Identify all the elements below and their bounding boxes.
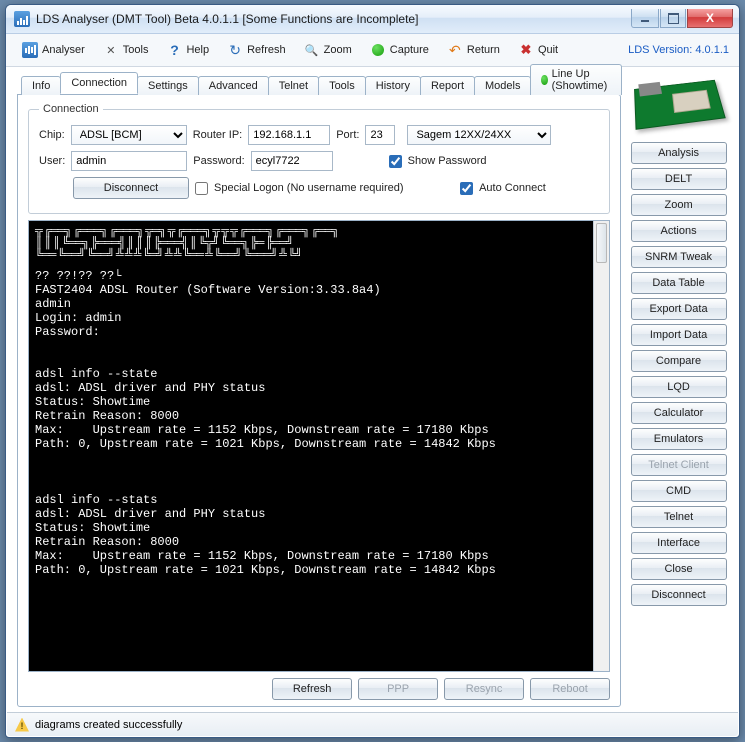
zoom-icon: 🔍	[304, 42, 320, 58]
tab-report[interactable]: Report	[420, 76, 475, 95]
autoconnect-label: Auto Connect	[479, 182, 599, 194]
connection-group: Connection Chip: ADSL [BCM] Router IP: P…	[28, 103, 610, 214]
capture-button[interactable]: Capture	[364, 39, 435, 61]
close-button[interactable]: X	[687, 9, 733, 28]
model-select[interactable]: Sagem 12XX/24XX	[407, 125, 551, 145]
status-dot-icon	[541, 75, 547, 85]
interface-button[interactable]: Interface	[631, 532, 727, 554]
tools-icon: ✕	[103, 42, 119, 58]
emulators-button[interactable]: Emulators	[631, 428, 727, 450]
terminal-scrollbar[interactable]	[593, 221, 609, 671]
tab-settings[interactable]: Settings	[137, 76, 199, 95]
maximize-button[interactable]	[660, 9, 686, 28]
close-side-button[interactable]: Close	[631, 558, 727, 580]
disconnect-button-inner[interactable]: Disconnect	[73, 177, 189, 199]
sidebar: Analysis DELT Zoom Actions SNRM Tweak Da…	[627, 68, 732, 711]
cmd-button[interactable]: CMD	[631, 480, 727, 502]
snrm-tweak-button[interactable]: SNRM Tweak	[631, 246, 727, 268]
refresh-icon: ↻	[227, 42, 243, 58]
analyser-button[interactable]: Analyser	[16, 39, 91, 61]
minimize-button[interactable]	[631, 9, 659, 28]
export-data-button[interactable]: Export Data	[631, 298, 727, 320]
import-data-button[interactable]: Import Data	[631, 324, 727, 346]
resync-button[interactable]: Resync	[444, 678, 524, 700]
refresh-button[interactable]: ↻Refresh	[221, 39, 292, 61]
connection-panel: Connection Chip: ADSL [BCM] Router IP: P…	[17, 94, 621, 707]
reboot-button[interactable]: Reboot	[530, 678, 610, 700]
return-button[interactable]: ↶Return	[441, 39, 506, 61]
tab-connection[interactable]: Connection	[60, 72, 138, 94]
status-text: diagrams created successfully	[35, 719, 182, 731]
port-label: Port:	[336, 129, 359, 141]
version-label: LDS Version: 4.0.1.1	[628, 44, 729, 56]
capture-icon	[370, 42, 386, 58]
user-input[interactable]	[71, 151, 187, 171]
statusbar: diagrams created successfully	[7, 712, 738, 736]
tabstrip: Info Connection Settings Advanced Telnet…	[17, 72, 621, 94]
bottom-buttons: Refresh PPP Resync Reboot	[28, 672, 610, 700]
quit-button[interactable]: ✖Quit	[512, 39, 564, 61]
password-label: Password:	[193, 155, 244, 167]
password-input[interactable]	[251, 151, 333, 171]
tab-info[interactable]: Info	[21, 76, 61, 95]
warning-icon	[15, 718, 29, 732]
actions-button[interactable]: Actions	[631, 220, 727, 242]
help-icon: ?	[166, 42, 182, 58]
toolbar: Analyser ✕Tools ?Help ↻Refresh 🔍Zoom Cap…	[6, 34, 739, 67]
titlebar[interactable]: LDS Analyser (DMT Tool) Beta 4.0.1.1 [So…	[6, 5, 739, 34]
tab-history[interactable]: History	[365, 76, 421, 95]
app-icon	[14, 11, 30, 27]
terminal-output[interactable]: ?? ??!?? ??└ FAST2404 ADSL Router (Softw…	[35, 269, 587, 577]
terminal: ╦ ╔══╗ ╔═══╗ ╔═══╗ ╦═╗ ╦ ╔═══╗ ╦ ╦ ╦ ╔══…	[28, 220, 610, 672]
quit-icon: ✖	[518, 42, 534, 58]
window-title: LDS Analyser (DMT Tool) Beta 4.0.1.1 [So…	[36, 12, 631, 26]
tab-advanced[interactable]: Advanced	[198, 76, 269, 95]
calculator-button[interactable]: Calculator	[631, 402, 727, 424]
lqd-button[interactable]: LQD	[631, 376, 727, 398]
ascii-banner: ╦ ╔══╗ ╔═══╗ ╔═══╗ ╦═╗ ╦ ╔═══╗ ╦ ╦ ╦ ╔══…	[35, 225, 587, 261]
tab-telnet[interactable]: Telnet	[268, 76, 319, 95]
special-logon-label: Special Logon (No username required)	[214, 182, 404, 194]
delt-button[interactable]: DELT	[631, 168, 727, 190]
window-controls: X	[631, 9, 733, 29]
chip-select[interactable]: ADSL [BCM]	[71, 125, 187, 145]
ppp-button[interactable]: PPP	[358, 678, 438, 700]
return-icon: ↶	[447, 42, 463, 58]
refresh-bottom-button[interactable]: Refresh	[272, 678, 352, 700]
analysis-button[interactable]: Analysis	[631, 142, 727, 164]
pcb-image	[629, 72, 729, 132]
routerip-label: Router IP:	[193, 129, 243, 141]
autoconnect-checkbox[interactable]	[460, 182, 473, 195]
zoom-side-button[interactable]: Zoom	[631, 194, 727, 216]
telnet-side-button[interactable]: Telnet	[631, 506, 727, 528]
app-window: LDS Analyser (DMT Tool) Beta 4.0.1.1 [So…	[5, 4, 740, 738]
help-button[interactable]: ?Help	[160, 39, 215, 61]
routerip-input[interactable]	[248, 125, 330, 145]
data-table-button[interactable]: Data Table	[631, 272, 727, 294]
analyser-icon	[22, 42, 38, 58]
compare-button[interactable]: Compare	[631, 350, 727, 372]
chip-label: Chip:	[39, 129, 65, 141]
tab-models[interactable]: Models	[474, 76, 531, 95]
tab-lineup[interactable]: Line Up (Showtime)	[530, 64, 622, 95]
zoom-button[interactable]: 🔍Zoom	[298, 39, 358, 61]
disconnect-side-button[interactable]: Disconnect	[631, 584, 727, 606]
tab-tools[interactable]: Tools	[318, 76, 366, 95]
connection-legend: Connection	[39, 103, 103, 115]
showpw-label: Show Password	[408, 155, 487, 167]
port-input[interactable]	[365, 125, 395, 145]
showpw-checkbox[interactable]	[389, 155, 402, 168]
special-logon-checkbox[interactable]	[195, 182, 208, 195]
telnet-client-button[interactable]: Telnet Client	[631, 454, 727, 476]
user-label: User:	[39, 155, 65, 167]
scrollbar-thumb[interactable]	[596, 223, 607, 263]
tools-button[interactable]: ✕Tools	[97, 39, 155, 61]
